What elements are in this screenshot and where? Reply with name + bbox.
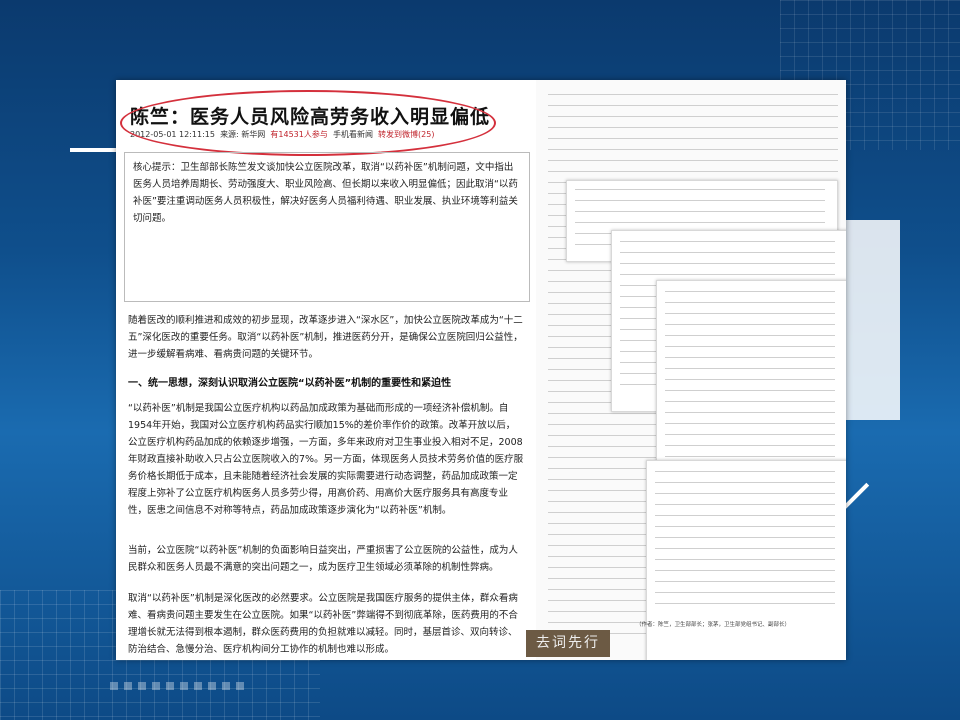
article-paragraph-2: “以药补医”机制是我国公立医疗机构以药品加成政策为基础而形成的一项经济补偿机制。…	[128, 403, 524, 516]
overlay-snippet-3	[656, 280, 846, 482]
article-main-column: 陈竺：医务人员风险高劳务收入明显偏低 2012-05-01 12:11:15 来…	[116, 80, 536, 660]
overlay-snippet-4	[646, 460, 846, 660]
article-continuation-column	[536, 80, 846, 660]
article-paragraph-1: 随着医改的顺利推进和成效的初步显现，改革逐步进入“深水区”，加快公立医院改革成为…	[128, 315, 523, 360]
author-caption: （作者：陈竺，卫生部部长；张茅，卫生部党组书记、副部长）	[636, 622, 791, 628]
decor-squares	[110, 682, 244, 690]
news-article-screenshot: 陈竺：医务人员风险高劳务收入明显偏低 2012-05-01 12:11:15 来…	[116, 80, 846, 660]
red-highlight-oval	[120, 90, 496, 156]
article-paragraph-4: 取消“以药补医”机制是深化医改的必然要求。公立医院是我国医疗服务的提供主体，群众…	[128, 593, 518, 655]
article-paragraph-3: 当前，公立医院“以药补医”机制的负面影响日益突出，严重损害了公立医院的公益性，成…	[128, 545, 518, 573]
section-heading: 一、统一思想，深刻认识取消公立医院“以药补医”机制的重要性和紧迫性	[128, 378, 452, 389]
article-summary: 核心提示：卫生部部长陈竺发文谈加快公立医院改革，取消“以药补医”机制问题，文中指…	[124, 152, 530, 302]
book-cover-badge: 去词先行	[526, 630, 610, 657]
